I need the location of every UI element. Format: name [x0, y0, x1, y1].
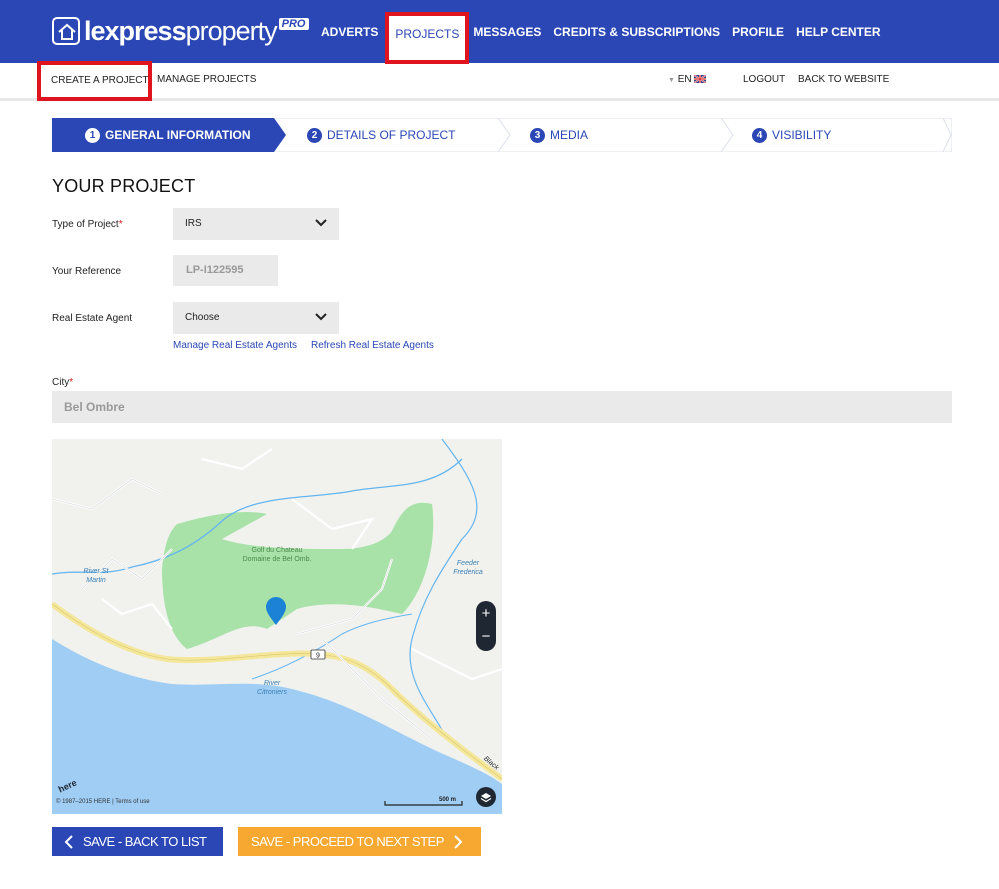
city-input[interactable]: Bel Ombre: [52, 391, 952, 423]
real-estate-agent-label: Real Estate Agent: [52, 313, 133, 324]
zoom-control: + −: [476, 601, 496, 651]
zoom-in-button[interactable]: +: [476, 604, 496, 624]
chevron-right-icon: [454, 834, 463, 849]
caret-down-icon: ▼: [668, 77, 675, 84]
brand-name: lexpressproperty: [84, 15, 278, 46]
nav-projects[interactable]: PROJECTS: [385, 12, 470, 64]
route-number-label: 9: [316, 653, 320, 660]
zoom-out-button[interactable]: −: [476, 627, 496, 647]
save-proceed-next-step-button[interactable]: SAVE - PROCEED TO NEXT STEP: [238, 827, 481, 856]
save-back-to-list-button[interactable]: SAVE - BACK TO LIST: [52, 827, 223, 856]
nav-help-center[interactable]: HELP CENTER: [796, 25, 880, 39]
river-st-martin-label: River St Martin: [83, 568, 109, 584]
nav-adverts[interactable]: ADVERTS: [321, 25, 378, 39]
brand-pro-badge: PRO: [278, 18, 309, 30]
feeder-frederica-label: Feeder Frederica: [453, 560, 483, 576]
wizard-steps: 1 GENERAL INFORMATION 2 DETAILS OF PROJECT…: [52, 118, 952, 152]
location-map[interactable]: 9 Golf du Chateau Domaine de Bel Omb. Ri…: [52, 439, 502, 814]
type-of-project-label: Type of Project*: [52, 219, 123, 230]
type-of-project-select[interactable]: IRS: [173, 208, 339, 240]
nav-profile[interactable]: PROFILE: [732, 25, 784, 39]
brand-logo[interactable]: lexpressproperty PRO: [52, 14, 309, 48]
map-canvas[interactable]: 9: [52, 439, 502, 814]
create-project-link[interactable]: CREATE A PROJECT: [37, 61, 152, 101]
back-to-website-link[interactable]: BACK TO WEBSITE: [798, 63, 889, 98]
sub-navbar: CREATE A PROJECT MANAGE PROJECTS ▼ EN LO…: [0, 61, 999, 101]
step-visibility[interactable]: 4 VISIBILITY: [752, 118, 831, 152]
top-navbar: lexpressproperty PRO ADVERTS PROJECTS ME…: [0, 0, 999, 64]
real-estate-agent-select[interactable]: Choose: [173, 302, 339, 334]
logout-link[interactable]: LOGOUT: [743, 63, 785, 98]
chevron-left-icon: [64, 834, 73, 849]
nav-messages[interactable]: MESSAGES: [473, 25, 541, 39]
step-details-of-project[interactable]: 2 DETAILS OF PROJECT: [307, 118, 455, 152]
chevron-down-icon: [315, 219, 327, 227]
map-copyright[interactable]: © 1987–2015 HERE | Terms of use: [56, 799, 150, 805]
reference-field: LP-I122595: [173, 255, 278, 286]
main-nav: ADVERTS PROJECTS MESSAGES CREDITS & SUBS…: [321, 0, 893, 64]
nav-credits-subscriptions[interactable]: CREDITS & SUBSCRIPTIONS: [553, 25, 720, 39]
manage-agents-link[interactable]: Manage Real Estate Agents: [173, 340, 297, 351]
chevron-down-icon: [315, 313, 327, 321]
city-label: City*: [52, 377, 74, 388]
uk-flag-icon: [693, 74, 707, 84]
map-scale-label: 500 m: [439, 797, 457, 803]
manage-projects-link[interactable]: MANAGE PROJECTS: [157, 63, 256, 98]
language-selector[interactable]: ▼ EN: [668, 63, 707, 98]
step-media[interactable]: 3 MEDIA: [530, 118, 588, 152]
reference-label: Your Reference: [52, 266, 122, 277]
step-general-information[interactable]: 1 GENERAL INFORMATION: [85, 118, 251, 152]
golf-label: Golf du Chateau Domaine de Bel Omb.: [242, 547, 312, 563]
river-citroniers-label: River Citroniers: [257, 680, 287, 696]
layers-icon: [480, 793, 492, 803]
house-logo-icon: [52, 17, 80, 45]
section-title: YOUR PROJECT: [52, 176, 196, 196]
refresh-agents-link[interactable]: Refresh Real Estate Agents: [311, 340, 434, 351]
map-layers-button[interactable]: [476, 787, 496, 807]
